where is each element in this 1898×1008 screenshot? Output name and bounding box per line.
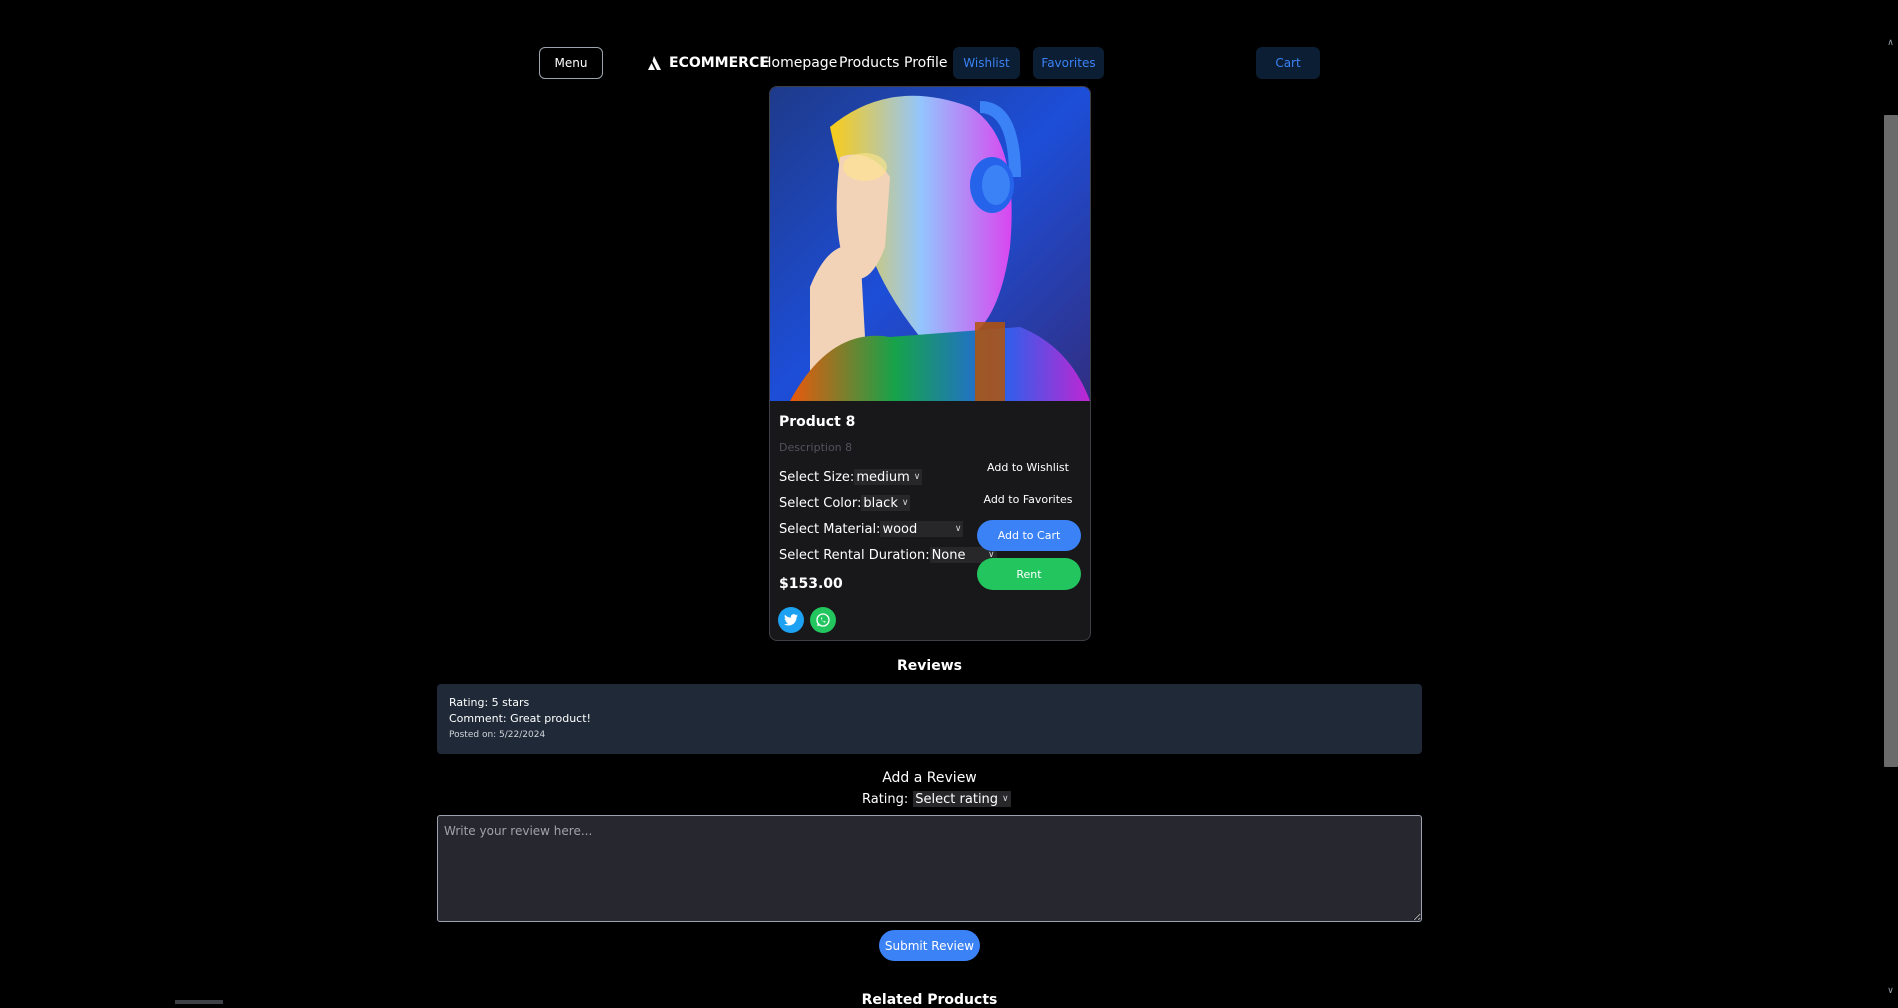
size-label: Select Size: <box>779 469 855 485</box>
submit-review-button[interactable]: Submit Review <box>879 930 980 961</box>
twitter-share-button[interactable] <box>778 607 804 633</box>
scroll-up-icon[interactable]: ∧ <box>1883 38 1898 50</box>
menu-button[interactable]: Menu <box>539 47 603 79</box>
product-card: Product 8 Description 8 Select Size: med… <box>769 86 1091 641</box>
rating-select[interactable]: Select rating ∨ <box>913 791 1011 807</box>
rent-button[interactable]: Rent <box>977 558 1081 590</box>
review-rating: Rating: 5 stars <box>449 696 530 709</box>
product-price: $153.00 <box>779 576 843 592</box>
rental-value: None <box>931 547 966 563</box>
material-option: Select Material: wood ∨ <box>779 521 964 537</box>
rating-value: Select rating <box>915 791 999 807</box>
horizontal-scrollbar[interactable] <box>175 1000 223 1004</box>
related-products-heading: Related Products <box>861 992 998 1008</box>
chevron-down-icon: ∨ <box>901 498 909 508</box>
twitter-icon <box>784 614 798 626</box>
color-value: black <box>863 495 898 511</box>
nav-products[interactable]: Products <box>839 55 899 71</box>
scrollbar-thumb[interactable] <box>1884 115 1898 767</box>
material-select[interactable]: wood ∨ <box>880 521 964 537</box>
nav-homepage[interactable]: Homepage <box>761 55 837 71</box>
rental-label: Select Rental Duration: <box>779 547 930 563</box>
chevron-down-icon: ∨ <box>954 524 962 534</box>
rating-row: Rating: Select rating ∨ <box>862 791 1011 807</box>
review-card: Rating: 5 stars Comment: Great product! … <box>437 684 1422 754</box>
material-label: Select Material: <box>779 521 881 537</box>
whatsapp-share-button[interactable] <box>810 607 836 633</box>
whatsapp-icon <box>816 613 830 627</box>
product-image <box>770 87 1090 401</box>
cart-button[interactable]: Cart <box>1256 47 1320 79</box>
chevron-down-icon: ∨ <box>1002 794 1009 804</box>
size-value: medium <box>856 469 910 485</box>
review-date: Posted on: 5/22/2024 <box>449 730 546 740</box>
chevron-down-icon: ∨ <box>913 472 921 482</box>
nav-profile[interactable]: Profile <box>904 55 948 71</box>
color-option: Select Color: black ∨ <box>779 495 911 511</box>
add-to-wishlist-button[interactable]: Add to Wishlist <box>978 456 1078 478</box>
logo-icon <box>648 56 661 70</box>
add-to-favorites-button[interactable]: Add to Favorites <box>978 488 1078 510</box>
add-review-heading: Add a Review <box>882 770 977 786</box>
rental-option: Select Rental Duration: None ∨ <box>779 547 997 563</box>
product-description: Description 8 <box>779 441 853 454</box>
review-textarea[interactable] <box>437 815 1422 922</box>
scroll-down-icon[interactable]: ∨ <box>1883 986 1898 998</box>
reviews-heading: Reviews <box>897 658 962 674</box>
favorites-button[interactable]: Favorites <box>1033 47 1104 79</box>
size-select[interactable]: medium ∨ <box>854 469 923 485</box>
size-option: Select Size: medium ∨ <box>779 469 923 485</box>
rating-label: Rating: <box>862 791 909 807</box>
add-to-cart-button[interactable]: Add to Cart <box>977 520 1081 551</box>
wishlist-button[interactable]: Wishlist <box>953 47 1020 79</box>
brand-logo[interactable]: ECOMMERCE <box>647 52 769 74</box>
color-label: Select Color: <box>779 495 862 511</box>
review-comment: Comment: Great product! <box>449 712 591 725</box>
product-title: Product 8 <box>779 414 856 430</box>
color-select[interactable]: black ∨ <box>861 495 911 511</box>
brand-name: ECOMMERCE <box>669 55 769 71</box>
material-value: wood <box>882 521 918 537</box>
